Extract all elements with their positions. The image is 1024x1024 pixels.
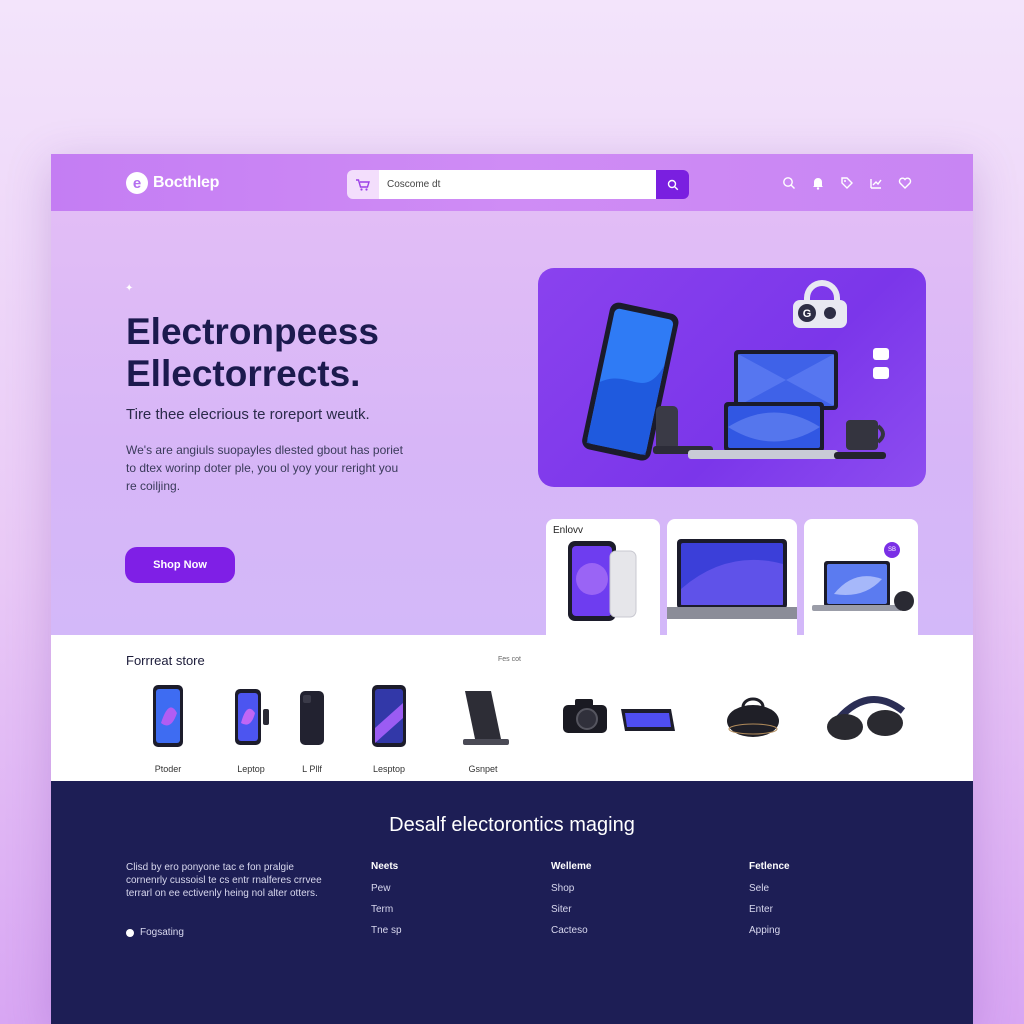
footer-link[interactable]: Sele [749,883,790,894]
search-bar [347,170,689,199]
footer-toggle-label: Fogsating [140,927,184,938]
product-card-laptop[interactable] [667,519,797,635]
product-card-notebook[interactable]: SB [804,519,918,635]
phone-back-image [300,691,324,745]
store-item[interactable]: Gsnpet [457,683,509,774]
sale-badge: SB [884,542,900,558]
phone-image [568,541,637,621]
headphones-image [827,695,906,740]
footer-link[interactable]: Enter [749,904,790,915]
footer-column: Fetlence Sele Enter Apping [749,861,790,946]
store-item-label: Gsnpet [468,764,498,774]
hero-title-line-2: Ellectorrects. [126,353,361,394]
store-item[interactable]: Ptoder [149,683,187,774]
radio-dot-icon [126,928,134,937]
smart-speaker-image [727,697,779,737]
footer-link[interactable]: Shop [551,883,591,894]
heart-icon[interactable] [897,175,913,191]
footer-column: Neets Pew Term Tne sp [371,861,402,946]
store-title: Forrreat store [126,653,205,668]
store-item[interactable] [723,683,783,764]
laptop-image [667,539,797,619]
footer-description: Clisd by ero ponyone tac e fon pralgie c… [126,862,322,899]
footer-link[interactable]: Term [371,904,402,915]
store-item-label: Leptop [237,764,265,774]
featured-store-section: Forrreat store Fes cot Ptoder Leptop L P… [51,635,973,781]
footer-column-heading: Neets [371,861,399,872]
search-input[interactable] [379,170,656,199]
tablet-stand-image [463,691,509,745]
footer-column-heading: Fetlence [749,861,790,872]
search-icon[interactable] [781,175,797,191]
sparkle-icon: ✦ [125,283,134,294]
tag-icon[interactable] [839,175,855,191]
store-item[interactable]: Leptop [229,683,273,774]
svg-text:G: G [803,308,812,320]
chart-icon[interactable] [868,175,884,191]
footer-title: Desalf electorontics maging [389,814,635,836]
hero-title: Electronpeess Ellectorrects. [126,311,506,395]
devices-illustration: G [582,280,889,461]
brand-name: Bocthlep [153,174,220,191]
hero-title-line-1: Electronpeess [126,311,379,352]
product-card-phone[interactable]: Enlovv [546,519,660,635]
store-item[interactable]: Lesptop [369,683,409,774]
footer: Desalf electorontics maging Clisd by ero… [51,781,973,1024]
store-item-label: Ptoder [154,764,182,774]
shop-now-button[interactable]: Shop Now [125,547,235,583]
top-navbar: e Bocthlep [51,154,973,211]
brand-logo[interactable]: e Bocthlep [126,172,219,194]
phone-image [372,685,406,747]
see-all-link[interactable]: Fes cot [498,656,521,663]
hero-product-banner[interactable]: G [538,268,926,487]
footer-toggle[interactable]: Fogsating [126,927,184,938]
notebook-image [812,561,914,611]
search-icon [667,179,678,190]
footer-link[interactable]: Tne sp [371,925,402,936]
store-item-label: L Pllf [302,764,322,774]
search-button[interactable] [656,170,689,199]
hero-subtitle: Tire thee elecrious te roreport weutk. [126,406,370,423]
store-item[interactable] [825,683,909,764]
product-card-label: Enlovv [553,525,584,536]
logo-icon: e [126,172,148,194]
phone-image [235,689,269,745]
cart-icon[interactable] [347,170,379,199]
phone-image [153,685,183,747]
store-item-label: Lesptop [372,764,406,774]
camera-and-tablet-image [563,699,675,733]
footer-link[interactable]: Apping [749,925,790,936]
footer-link[interactable]: Siter [551,904,591,915]
store-item[interactable]: L Pllf [295,683,329,774]
footer-column: Welleme Shop Siter Cacteso [551,861,591,946]
header-icon-group [781,175,913,191]
footer-column-heading: Welleme [551,861,592,872]
bell-icon[interactable] [810,175,826,191]
hero-section: ✦ Electronpeess Ellectorrects. Tire thee… [51,211,973,635]
storefront-page: e Bocthlep Coscome dt ✦ Electronpeess El… [51,154,973,1024]
store-item[interactable] [559,683,679,764]
footer-link[interactable]: Pew [371,883,402,894]
hero-description: We's are angiuls suopayles dlested gbout… [126,443,403,493]
footer-link[interactable]: Cacteso [551,925,591,936]
